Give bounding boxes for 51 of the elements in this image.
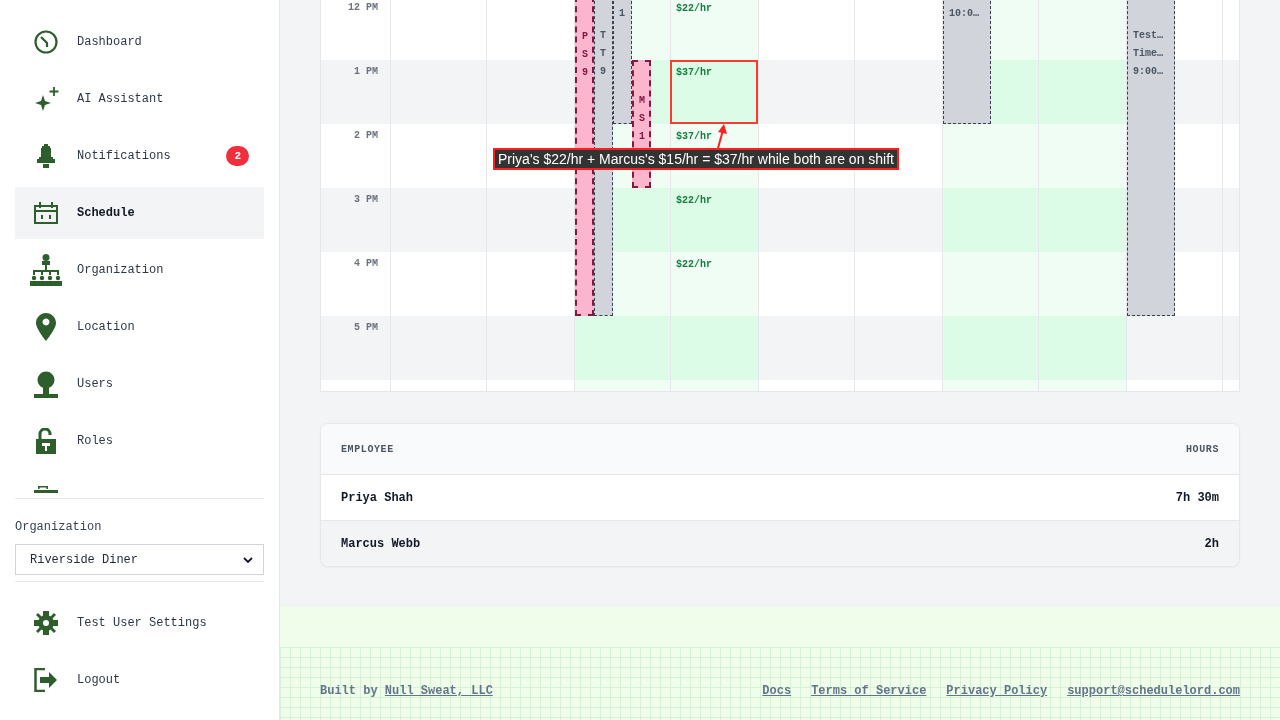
time-label: 4 PM xyxy=(354,258,378,270)
table-cell: 7h 30m xyxy=(1175,490,1219,505)
rate-text: $22/hr xyxy=(676,2,712,15)
time-label: 3 PM xyxy=(354,194,378,206)
time-label: 2 PM xyxy=(354,130,378,142)
shift-block[interactable]: 10:0… xyxy=(943,0,991,124)
rate-text: $37/hr xyxy=(676,66,712,79)
rate-text: $22/hr xyxy=(676,194,712,207)
nav-item[interactable]: Dashboard xyxy=(15,16,264,68)
table-cell: Marcus Webb xyxy=(341,536,421,551)
footer-link[interactable]: Privacy Policy xyxy=(946,684,1048,698)
time-label: 5 PM xyxy=(354,322,378,334)
rate-text: $22/hr xyxy=(676,258,712,271)
gauge-icon xyxy=(34,30,58,54)
map-pin-icon xyxy=(36,313,56,341)
footer-credit: Built by Null Sweat, LLC xyxy=(320,684,493,698)
calendar-icon xyxy=(34,202,58,224)
shift-block[interactable]: Test… Time… 9:00… xyxy=(1127,0,1175,316)
nav-item[interactable]: AI Assistant xyxy=(15,73,264,125)
nav-item[interactable]: Schedule xyxy=(15,187,264,239)
bell-icon xyxy=(34,144,58,168)
nav-item[interactable]: Logout xyxy=(15,654,264,706)
organization-label: Organization xyxy=(15,520,102,534)
nav-item[interactable]: Location xyxy=(15,301,264,353)
nav-item[interactable]: Organization xyxy=(15,244,264,296)
chevron-down-icon xyxy=(243,556,253,563)
nav-item[interactable]: Notifications 2 xyxy=(15,130,264,182)
time-label: 1 PM xyxy=(354,66,378,78)
time-label: 12 PM xyxy=(348,2,378,14)
footer-link[interactable]: support@schedulelord.com xyxy=(1067,684,1240,698)
padlock-icon xyxy=(36,428,56,454)
notification-badge: 2 xyxy=(226,146,249,166)
logout-icon xyxy=(34,668,58,692)
column-header: EMPLOYEE xyxy=(341,443,394,455)
organization-select[interactable]: Riverside Diner xyxy=(15,544,264,575)
footer-link[interactable]: Docs xyxy=(762,684,792,698)
settings-icon xyxy=(34,611,58,635)
rate-text: $37/hr xyxy=(676,130,712,143)
shift-block[interactable]: 1 xyxy=(613,0,632,124)
nav-item[interactable]: Users xyxy=(15,358,264,410)
footer-link[interactable]: Terms of Service xyxy=(811,684,927,698)
table-cell: 2h xyxy=(1204,536,1219,551)
user-icon xyxy=(34,370,58,398)
arrow-icon xyxy=(715,124,727,148)
cut-off-icon xyxy=(34,486,58,493)
column-header: HOURS xyxy=(1186,443,1219,455)
nav-item[interactable]: Test User Settings xyxy=(15,597,264,649)
nav-item[interactable]: Roles xyxy=(15,415,264,467)
footer-link[interactable]: Null Sweat, LLC xyxy=(384,684,493,698)
org-chart-icon xyxy=(30,254,62,286)
table-cell: Priya Shah xyxy=(341,490,413,505)
